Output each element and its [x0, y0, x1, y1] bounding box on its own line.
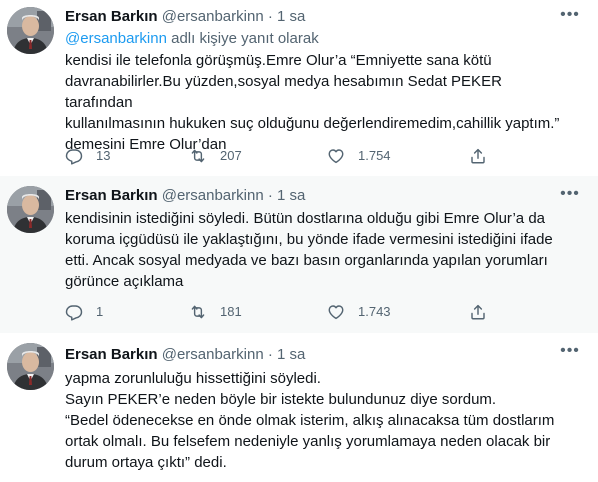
- share-button[interactable]: [469, 302, 500, 322]
- retweet-count: 181: [220, 304, 242, 319]
- like-button[interactable]: 1.754: [327, 146, 391, 166]
- share-icon: [469, 303, 487, 321]
- reply-button[interactable]: 1: [65, 302, 103, 322]
- tweet-1[interactable]: ••• Ersan Barkın @ersanbarkinn · 1 sa @e…: [0, 0, 598, 176]
- tweet-text-line: görünce açıklama: [65, 273, 184, 290]
- timestamp[interactable]: 1 sa: [277, 346, 305, 363]
- share-button[interactable]: [469, 146, 500, 166]
- tweet-text: kendisi ile telefonla görüşmüş.Emre Olur…: [65, 50, 568, 155]
- tweet-text-line: etti. Ancak sosyal medyada ve bazı basın…: [65, 252, 548, 269]
- timestamp[interactable]: 1 sa: [277, 8, 305, 25]
- reply-mention-link[interactable]: @ersanbarkinn: [65, 30, 167, 47]
- reply-count: 1: [96, 304, 104, 319]
- avatar[interactable]: [7, 186, 54, 233]
- tweet-text-line: ortak olmalı. Bu felsefem nedeniyle yanl…: [65, 433, 551, 450]
- author-name[interactable]: Ersan Barkın: [65, 8, 158, 25]
- separator-dot: ·: [267, 187, 273, 204]
- reply-context: @ersanbarkinn adlı kişiye yanıt olarak: [65, 29, 568, 49]
- retweet-button[interactable]: 207: [189, 146, 242, 166]
- tweet-text-line: kullanılmasının hukuken suç olduğunu değ…: [65, 115, 560, 132]
- tweet-header: Ersan Barkın @ersanbarkinn · 1 sa: [65, 345, 568, 365]
- timestamp[interactable]: 1 sa: [277, 187, 305, 204]
- author-handle[interactable]: @ersanbarkinn: [162, 346, 264, 363]
- reply-count: 13: [96, 148, 111, 163]
- tweet-3[interactable]: ••• Ersan Barkın @ersanbarkinn · 1 sa ya…: [0, 333, 598, 482]
- retweet-icon: [189, 147, 207, 165]
- separator-dot: ·: [267, 8, 273, 25]
- reply-icon: [65, 303, 83, 321]
- retweet-count: 207: [220, 148, 242, 163]
- tweet-actions: 13 207 1.754: [65, 146, 505, 166]
- tweet-text-line: davranabilirler.Bu yüzden,sosyal medya h…: [65, 73, 502, 111]
- reply-icon: [65, 147, 83, 165]
- tweet-header: Ersan Barkın @ersanbarkinn · 1 sa: [65, 7, 568, 27]
- like-count: 1.743: [358, 304, 391, 319]
- author-name[interactable]: Ersan Barkın: [65, 346, 158, 363]
- avatar[interactable]: [7, 343, 54, 390]
- tweet-actions: 1 181 1.743: [65, 302, 505, 322]
- reply-button[interactable]: 13: [65, 146, 110, 166]
- tweet-2[interactable]: ••• Ersan Barkın @ersanbarkinn · 1 sa ke…: [0, 176, 598, 333]
- tweet-text-line: kendisinin istediğini söyledi. Bütün dos…: [65, 210, 545, 227]
- tweet-text-line: Sayın PEKER’e neden böyle bir istekte bu…: [65, 391, 497, 408]
- tweet-text-line: koruma içgüdüsü ile yaklaştığını, bu yön…: [65, 231, 553, 248]
- author-name[interactable]: Ersan Barkın: [65, 187, 158, 204]
- tweet-text-line: “Bedel ödenecekse en önde olmak isterim,…: [65, 412, 555, 429]
- share-icon: [469, 147, 487, 165]
- author-handle[interactable]: @ersanbarkinn: [162, 187, 264, 204]
- tweet-text-line: yapma zorunluluğu hissettiğini söyledi.: [65, 370, 321, 387]
- retweet-icon: [189, 303, 207, 321]
- retweet-button[interactable]: 181: [189, 302, 242, 322]
- author-handle[interactable]: @ersanbarkinn: [162, 8, 264, 25]
- tweet-text-line: kendisi ile telefonla görüşmüş.Emre Olur…: [65, 52, 492, 69]
- heart-icon: [327, 303, 345, 321]
- tweet-text: kendisinin istediğini söyledi. Bütün dos…: [65, 208, 568, 292]
- avatar[interactable]: [7, 7, 54, 54]
- heart-icon: [327, 147, 345, 165]
- like-count: 1.754: [358, 148, 391, 163]
- tweet-text-line: durum ortaya çıktı” dedi.: [65, 454, 227, 471]
- like-button[interactable]: 1.743: [327, 302, 391, 322]
- tweet-header: Ersan Barkın @ersanbarkinn · 1 sa: [65, 186, 568, 206]
- reply-context-text: adlı kişiye yanıt olarak: [166, 30, 319, 47]
- tweet-text: yapma zorunluluğu hissettiğini söyledi. …: [65, 368, 568, 473]
- separator-dot: ·: [267, 346, 273, 363]
